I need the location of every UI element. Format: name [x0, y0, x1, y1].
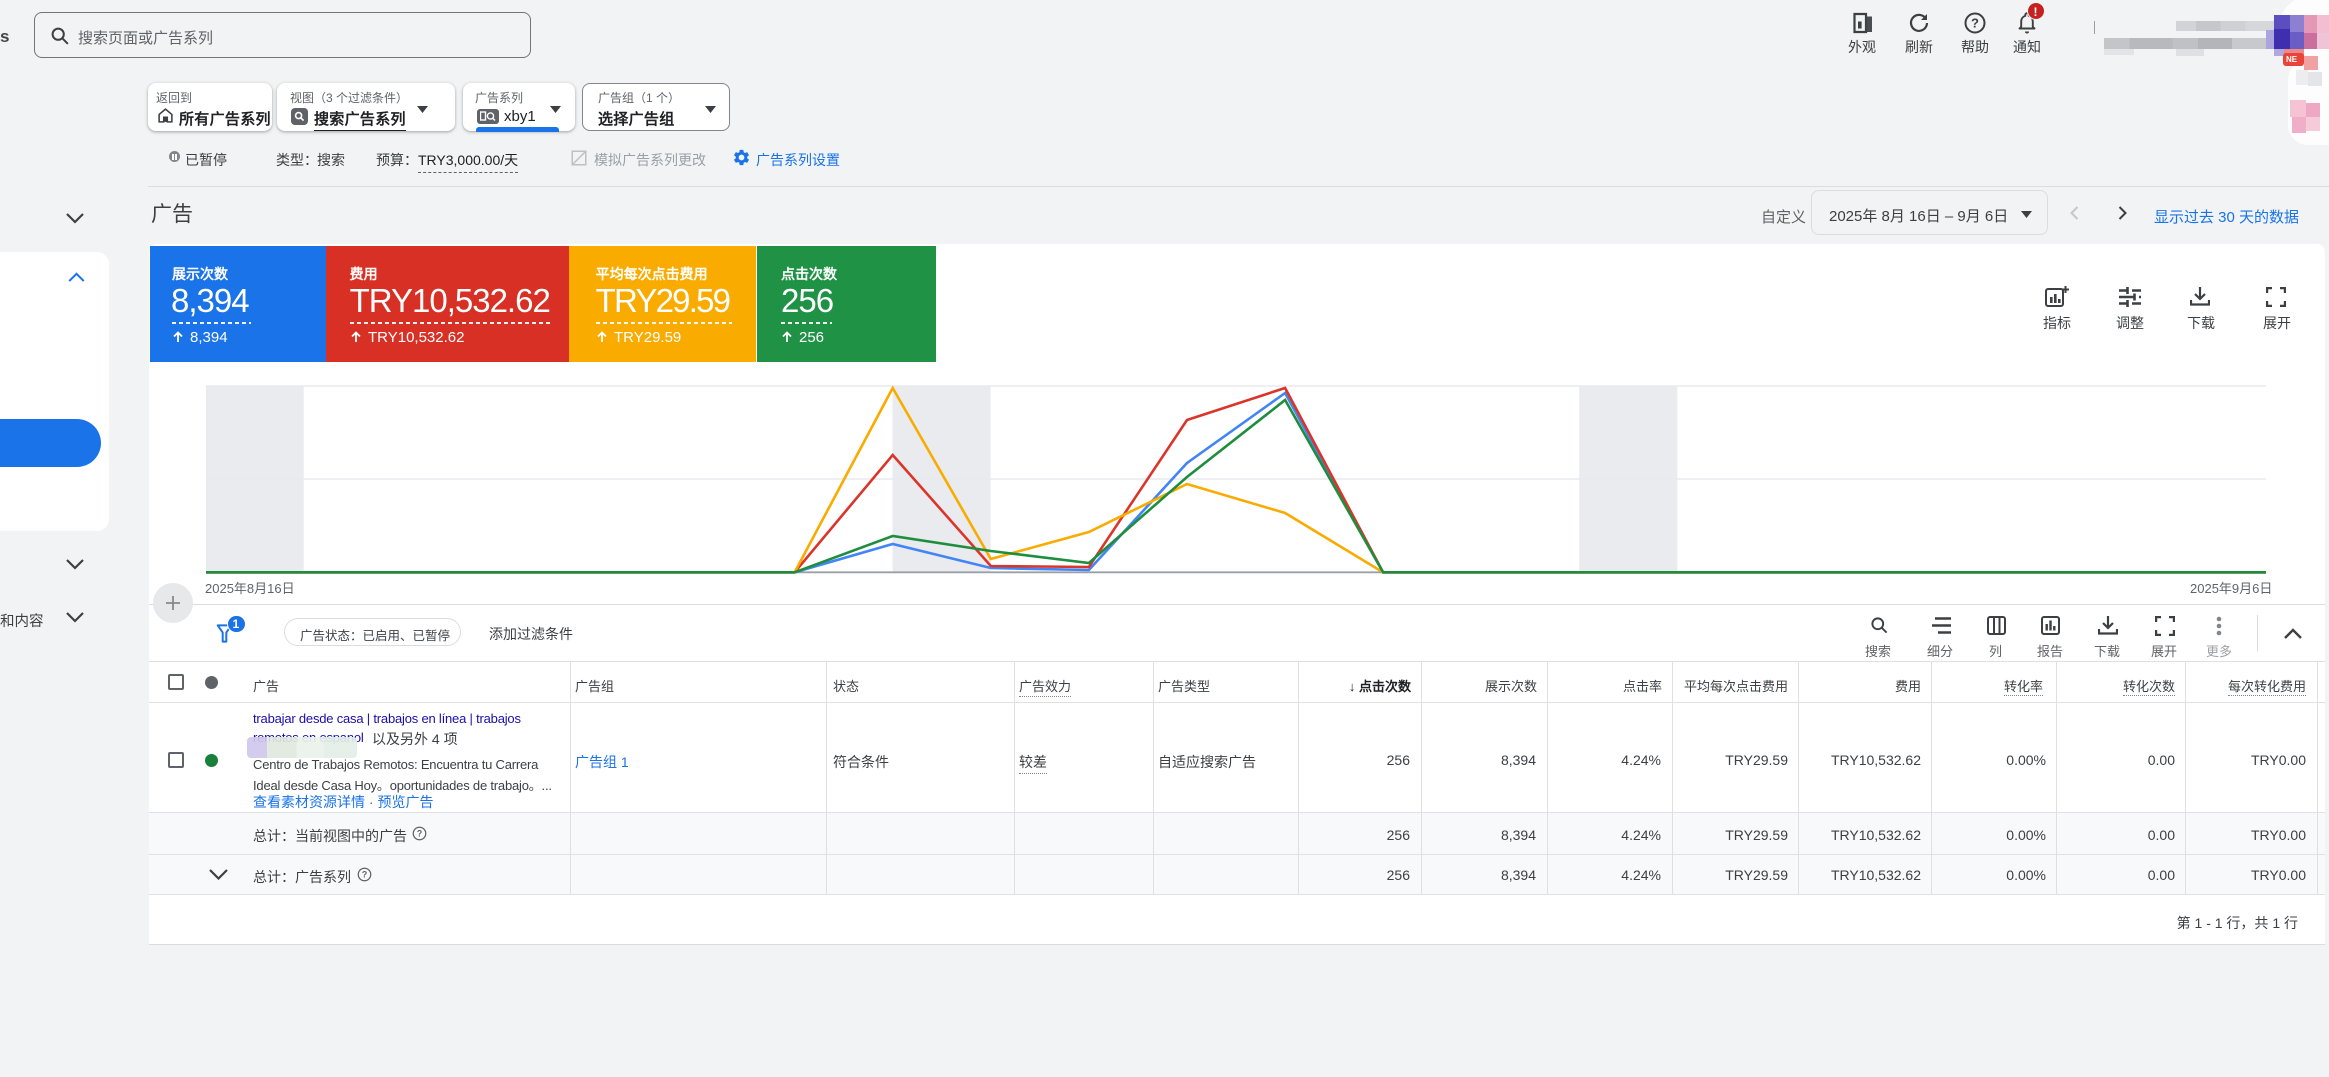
svg-text:?: ?	[362, 870, 367, 880]
svg-text:?: ?	[417, 829, 422, 839]
svg-text:?: ?	[1971, 16, 1979, 31]
